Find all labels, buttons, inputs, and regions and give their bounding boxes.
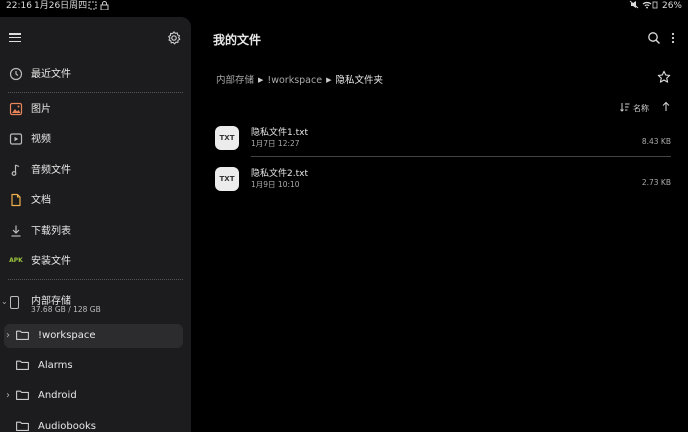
sidebar-item-installers[interactable]: APK 安装文件 [0, 249, 191, 275]
image-icon [9, 102, 23, 116]
file-name: 隐私文件1.txt [251, 128, 308, 138]
folder-android[interactable]: › Android [4, 384, 183, 408]
breadcrumb-separator-icon: ▶ [258, 76, 264, 84]
search-icon[interactable] [647, 31, 661, 45]
divider [8, 92, 183, 93]
folder-icon [16, 360, 29, 370]
folder-label: !workspace [38, 330, 96, 341]
breadcrumb: 内部存储 ▶ !workspace ▶ 隐私文件夹 [216, 72, 383, 86]
folder-workspace[interactable]: › !workspace [4, 324, 183, 348]
sidebar-item-label: 视频 [31, 134, 51, 145]
folder-icon [16, 390, 29, 400]
page-title: 我的文件 [213, 33, 262, 47]
file-date: 1月9日 10:10 [251, 180, 300, 189]
apk-icon: APK [9, 257, 23, 264]
divider [251, 156, 671, 157]
sidebar-item-label: 音频文件 [31, 165, 71, 176]
sidebar-item-label: 图片 [31, 104, 51, 115]
status-bar: 22:16 1月26日周四 26% [0, 0, 688, 14]
chevron-right-icon[interactable]: › [6, 390, 10, 401]
sort-label[interactable]: 名称 [633, 103, 649, 114]
sidebar-item-label: 安装文件 [31, 256, 71, 267]
music-note-icon [11, 164, 20, 176]
file-date: 1月7日 12:27 [251, 139, 300, 148]
clock-icon [9, 67, 23, 81]
internal-storage-item[interactable]: ⌄ 内部存储 37.68 GB / 128 GB [0, 288, 191, 318]
folder-icon [16, 421, 29, 431]
sidebar-item-label: 最近文件 [31, 69, 71, 80]
status-right: 26% [629, 0, 682, 12]
arrow-up-icon[interactable] [661, 101, 671, 112]
chevron-right-icon[interactable]: › [6, 330, 10, 341]
document-icon [11, 193, 21, 207]
breadcrumb-item[interactable]: 内部存储 [216, 75, 254, 86]
storage-usage: 37.68 GB / 128 GB [31, 305, 101, 314]
status-time: 22:16 [6, 1, 32, 11]
star-icon[interactable] [657, 70, 671, 84]
txt-file-icon: TXT [215, 167, 239, 191]
breadcrumb-separator-icon: ▶ [326, 76, 332, 84]
status-notification-icons [88, 1, 110, 13]
folder-icon [16, 330, 29, 340]
menu-icon[interactable] [9, 31, 21, 43]
divider [8, 279, 183, 280]
txt-file-icon: TXT [215, 126, 239, 150]
folder-label: Android [38, 390, 77, 401]
sidebar-item-audio[interactable]: 音频文件 [0, 158, 191, 184]
breadcrumb-item[interactable]: !workspace [267, 75, 322, 86]
sidebar-item-videos[interactable]: 视频 [0, 127, 191, 153]
mute-wifi-icon [629, 0, 658, 9]
sidebar-item-images[interactable]: 图片 [0, 97, 191, 123]
video-icon [9, 133, 23, 145]
file-row[interactable]: TXT 隐私文件1.txt 1月7日 12:27 8.43 KB [209, 121, 671, 157]
file-size: 2.73 KB [641, 178, 671, 187]
breadcrumb-current: 隐私文件夹 [335, 75, 383, 86]
phone-icon [10, 296, 19, 309]
folder-label: Alarms [38, 360, 73, 371]
sort-icon[interactable] [620, 102, 630, 112]
file-row[interactable]: TXT 隐私文件2.txt 1月9日 10:10 2.73 KB [209, 162, 671, 198]
file-name: 隐私文件2.txt [251, 169, 308, 179]
sidebar-item-downloads[interactable]: 下载列表 [0, 219, 191, 245]
sidebar: 最近文件 图片 视频 音频文件 文档 下载列表 APK 安装文件 ⌄ 内部存储 … [0, 17, 191, 432]
more-options-icon[interactable] [669, 31, 677, 45]
sidebar-item-label: 下载列表 [31, 226, 71, 237]
sidebar-item-documents[interactable]: 文档 [0, 188, 191, 214]
screenshot-lock-icon [88, 1, 109, 11]
folder-audiobooks[interactable]: Audiobooks [4, 415, 183, 432]
download-icon [11, 225, 21, 237]
chevron-down-icon[interactable]: ⌄ [1, 297, 8, 306]
folder-label: Audiobooks [38, 421, 97, 432]
sidebar-item-label: 文档 [31, 195, 51, 206]
folder-alarms[interactable]: Alarms [4, 354, 183, 378]
status-date: 1月26日周四 [34, 1, 88, 11]
main-panel: 我的文件 内部存储 ▶ !workspace ▶ 隐私文件夹 名称 TXT 隐私文件1.… [191, 17, 688, 432]
file-size: 8.43 KB [641, 137, 671, 146]
settings-gear-icon[interactable] [166, 30, 182, 46]
sidebar-item-recent[interactable]: 最近文件 [0, 62, 191, 88]
battery-level: 26% [661, 1, 682, 11]
